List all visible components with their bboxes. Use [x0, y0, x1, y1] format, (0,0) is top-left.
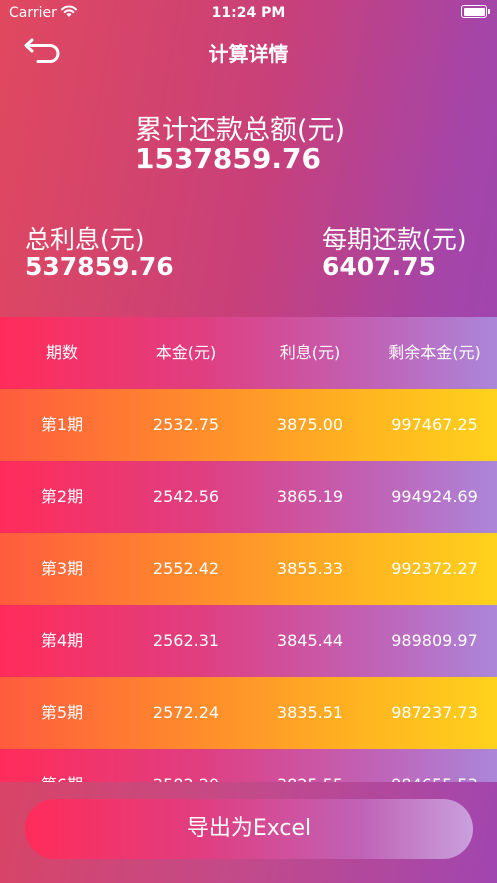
table-row: 第3期 2552.42 3855.33 992372.27 [0, 533, 497, 605]
principal-cell: 2532.75 [152, 415, 220, 434]
principal-cell: 2542.56 [152, 487, 220, 506]
total-interest-label: 总利息(元) [25, 225, 145, 254]
principal-cell: 2572.24 [152, 703, 220, 722]
per-period-payment-label: 每期还款(元) [322, 225, 467, 254]
page-title: 计算详情 [208, 42, 289, 66]
period-cell: 第4期 [40, 631, 84, 650]
column-header-period: 期数 [45, 343, 78, 362]
principal-cell: 2582.20 [124, 749, 248, 782]
interest-cell: 3835.51 [276, 703, 344, 722]
interest-cell: 3865.19 [276, 487, 344, 506]
principal-cell: 2562.31 [152, 631, 220, 650]
interest-cell: 3825.55 [248, 749, 372, 782]
period-cell: 第1期 [40, 415, 84, 434]
navigation-bar: 计算详情 [0, 30, 497, 70]
column-header-remaining: 剩余本金(元) [388, 343, 481, 362]
status-bar: Carrier 11:24 PM [0, 0, 497, 26]
table-row: 第4期 2562.31 3845.44 989809.97 [0, 605, 497, 677]
remaining-principal-cell: 992372.27 [391, 559, 478, 578]
battery-icon [461, 5, 490, 18]
interest-cell: 3845.44 [276, 631, 344, 650]
clock: 11:24 PM [211, 5, 286, 21]
total-interest-value: 537859.76 [25, 252, 174, 281]
remaining-principal-cell: 989809.97 [391, 631, 478, 650]
per-period-payment-value: 6407.75 [322, 252, 436, 281]
column-header-interest: 利息(元) [279, 343, 341, 362]
table-row: 第1期 2532.75 3875.00 997467.25 [0, 389, 497, 461]
period-cell: 第3期 [40, 559, 84, 578]
repayment-table[interactable]: 期数 本金(元) 利息(元) 剩余本金(元) 第1期 2532.75 3875.… [0, 317, 497, 782]
table-row: 第5期 2572.24 3835.51 987237.73 [0, 677, 497, 749]
interest-cell: 3875.00 [276, 415, 344, 434]
export-excel-button[interactable]: 导出为Excel [25, 799, 473, 859]
total-repayment-value: 1537859.76 [135, 142, 321, 175]
remaining-principal-cell: 984655.53 [372, 749, 497, 782]
principal-cell: 2552.42 [152, 559, 220, 578]
period-cell: 第5期 [40, 703, 84, 722]
interest-cell: 3855.33 [276, 559, 344, 578]
table-header: 期数 本金(元) 利息(元) 剩余本金(元) [0, 317, 497, 389]
period-cell: 第6期 [0, 749, 124, 782]
bottom-bar: 导出为Excel [0, 782, 497, 883]
remaining-principal-cell: 994924.69 [391, 487, 478, 506]
remaining-principal-cell: 997467.25 [391, 415, 478, 434]
table-row: 第6期 2582.20 3825.55 984655.53 [0, 749, 497, 782]
column-header-principal: 本金(元) [155, 343, 217, 362]
remaining-principal-cell: 987237.73 [391, 703, 478, 722]
period-cell: 第2期 [40, 487, 84, 506]
table-row: 第2期 2542.56 3865.19 994924.69 [0, 461, 497, 533]
